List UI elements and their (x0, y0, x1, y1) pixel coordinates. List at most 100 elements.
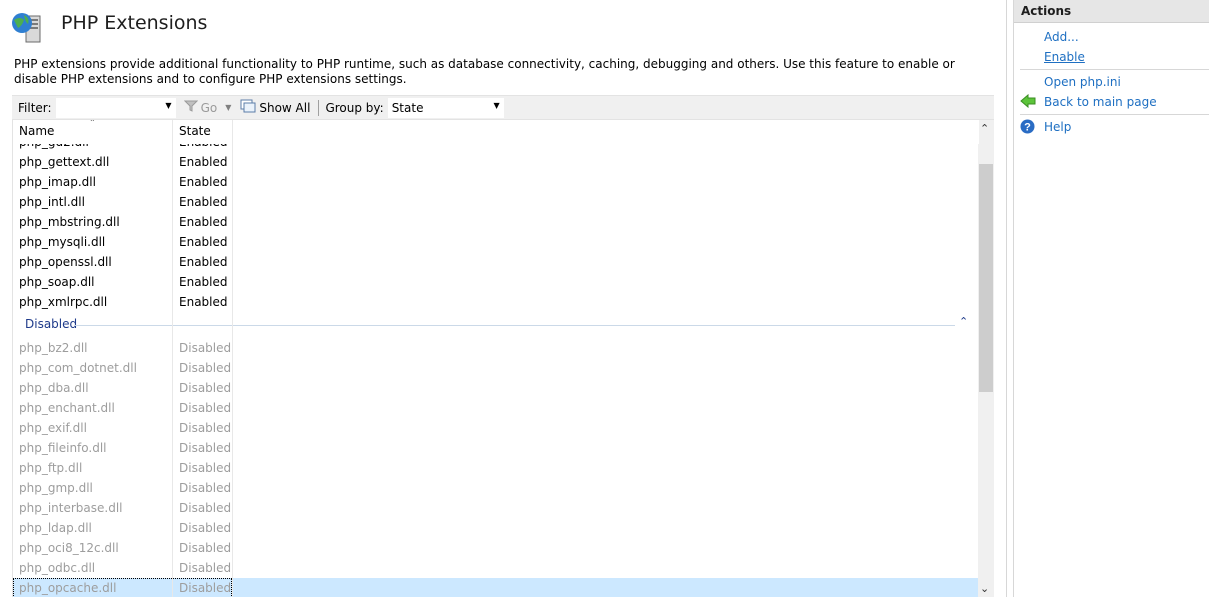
extension-state: Enabled (179, 275, 228, 289)
column-divider[interactable] (172, 120, 173, 597)
extension-state: Disabled (179, 481, 232, 495)
extension-name: php_ldap.dll (19, 521, 92, 535)
group-header-disabled[interactable]: Disabled ⌃ (13, 312, 979, 338)
show-all-button[interactable]: Show All (237, 99, 310, 116)
column-header-name[interactable]: Name (19, 124, 54, 138)
table-row[interactable]: php_openssl.dll Enabled (13, 252, 979, 272)
scroll-down-icon[interactable]: ⌄ (980, 582, 989, 595)
extension-name: php_bz2.dll (19, 341, 88, 355)
table-row[interactable]: php_gettext.dll Enabled (13, 152, 979, 172)
filter-input[interactable]: ▼ (55, 97, 176, 118)
extension-name: php_enchant.dll (19, 401, 115, 415)
enable-link[interactable]: Enable (1044, 50, 1085, 64)
column-header-row: ⌃ Name State (13, 120, 979, 144)
extension-name: php_imap.dll (19, 175, 96, 189)
help-link[interactable]: Help (1044, 120, 1071, 134)
extension-state: Enabled (179, 175, 228, 189)
group-by-label: Group by: (325, 100, 384, 115)
table-row[interactable]: php_mbstring.dll Enabled (13, 212, 979, 232)
extension-state: Disabled (179, 521, 232, 535)
extension-name: php_intl.dll (19, 195, 85, 209)
extension-state: Enabled (179, 195, 228, 209)
table-row[interactable]: php_ldap.dll Disabled (13, 518, 979, 538)
help-icon: ? (1020, 119, 1035, 137)
page-title: PHP Extensions (61, 12, 208, 34)
go-label: Go (200, 100, 218, 115)
extension-state: Enabled (179, 295, 228, 309)
extension-name: php_interbase.dll (19, 501, 123, 515)
table-row[interactable]: php_ftp.dll Disabled (13, 458, 979, 478)
extension-state: Disabled (179, 501, 232, 515)
extension-name: php_gmp.dll (19, 481, 93, 495)
toolbar-separator (318, 99, 320, 116)
table-row[interactable]: php_imap.dll Enabled (13, 172, 979, 192)
extension-name: php_exif.dll (19, 421, 87, 435)
scroll-up-icon[interactable]: ⌃ (980, 122, 989, 135)
group-by-value: State (391, 100, 424, 115)
extension-name: php_fileinfo.dll (19, 441, 107, 455)
go-button[interactable]: Go ▼ (183, 100, 232, 115)
table-row[interactable]: php_exif.dll Disabled (13, 418, 979, 438)
extension-name: php_openssl.dll (19, 255, 112, 269)
extension-name: php_ftp.dll (19, 461, 83, 475)
column-divider[interactable] (232, 120, 233, 597)
extensions-list: ⌃ Name State php_gd2.dllEnabledphp_gette… (12, 120, 979, 597)
list-scrollbar[interactable]: ⌃ ⌄ (978, 120, 994, 597)
show-all-icon (240, 99, 256, 116)
actions-separator (1020, 114, 1209, 115)
chevron-down-icon: ▼ (493, 100, 500, 110)
table-row[interactable]: php_fileinfo.dll Disabled (13, 438, 979, 458)
extension-name: php_soap.dll (19, 275, 95, 289)
table-row[interactable]: php_oci8_12c.dll Disabled (13, 538, 979, 558)
extension-state: Disabled (179, 561, 232, 575)
sort-ascending-icon: ⌃ (89, 120, 96, 127)
show-all-label: Show All (259, 100, 311, 115)
actions-separator (1020, 69, 1209, 70)
actions-title: Actions (1014, 0, 1209, 23)
extension-state: Enabled (179, 235, 228, 249)
extension-name: php_oci8_12c.dll (19, 541, 119, 555)
extension-state: Enabled (179, 215, 228, 229)
table-row[interactable]: php_opcache.dll Disabled (13, 578, 979, 597)
table-row[interactable]: php_gmp.dll Disabled (13, 478, 979, 498)
extension-state: Disabled (179, 361, 232, 375)
php-extensions-icon (10, 10, 46, 44)
chevron-down-icon: ▼ (225, 103, 232, 112)
table-row[interactable]: php_enchant.dll Disabled (13, 398, 979, 418)
extension-name: php_gettext.dll (19, 155, 110, 169)
back-to-main-page-link[interactable]: Back to main page (1044, 95, 1157, 109)
funnel-icon (183, 100, 198, 115)
table-row[interactable]: php_intl.dll Enabled (13, 192, 979, 212)
add-link[interactable]: Add... (1044, 30, 1079, 44)
group-by-select[interactable]: State ▼ (387, 97, 504, 118)
table-row[interactable]: php_soap.dll Enabled (13, 272, 979, 292)
open-php-ini-link[interactable]: Open php.ini (1044, 75, 1121, 89)
extension-state: Enabled (179, 155, 228, 169)
table-row[interactable]: php_com_dotnet.dll Disabled (13, 358, 979, 378)
extension-state: Disabled (179, 581, 232, 595)
extension-state: Disabled (179, 381, 232, 395)
collapse-icon[interactable]: ⌃ (959, 315, 968, 328)
scroll-thumb[interactable] (979, 164, 993, 392)
column-header-state[interactable]: State (179, 124, 211, 138)
group-divider-line (75, 325, 955, 326)
svg-text:?: ? (1024, 122, 1031, 134)
extension-state: Disabled (179, 461, 232, 475)
table-row[interactable]: php_bz2.dll Disabled (13, 338, 979, 358)
extension-state: Disabled (179, 421, 232, 435)
extension-state: Disabled (179, 341, 232, 355)
table-row[interactable]: php_dba.dll Disabled (13, 378, 979, 398)
table-row[interactable]: php_mysqli.dll Enabled (13, 232, 979, 252)
extension-name: php_odbc.dll (19, 561, 96, 575)
actions-pane: Actions Add... Enable Open php.ini Back … (1014, 0, 1209, 597)
extension-name: php_opcache.dll (19, 581, 117, 595)
table-row[interactable]: php_odbc.dll Disabled (13, 558, 979, 578)
filter-toolbar: Filter: ▼ Go ▼ Show All Group by: State … (12, 95, 994, 120)
chevron-down-icon: ▼ (165, 100, 172, 110)
pane-divider[interactable] (1006, 0, 1007, 597)
table-row[interactable]: php_interbase.dll Disabled (13, 498, 979, 518)
table-row[interactable]: php_xmlrpc.dll Enabled (13, 292, 979, 312)
filter-label: Filter: (18, 100, 52, 115)
extension-name: php_com_dotnet.dll (19, 361, 137, 375)
extension-state: Disabled (179, 401, 232, 415)
